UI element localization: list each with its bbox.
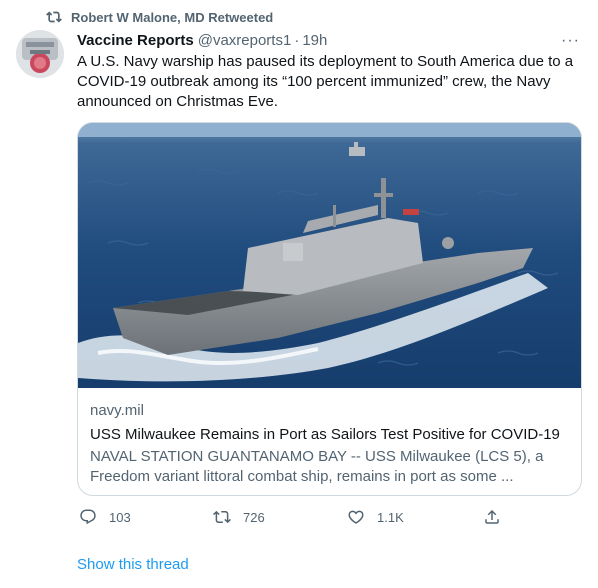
tweet[interactable]: Robert W Malone, MD Retweeted Vaccine Re… [0, 0, 598, 588]
reply-icon [79, 508, 97, 526]
reply-count: 103 [109, 509, 131, 525]
retweet-count: 726 [243, 509, 265, 525]
reply-button[interactable]: 103 [79, 508, 131, 526]
retweet-icon [46, 9, 62, 25]
avatar[interactable] [16, 30, 64, 78]
retweet-button[interactable]: 726 [213, 508, 265, 526]
card-description: NAVAL STATION GUANTANAMO BAY -- USS Milw… [90, 448, 544, 485]
card-info: navy.mil USS Milwaukee Remains in Port a… [90, 401, 569, 487]
card-domain: navy.mil [90, 402, 144, 419]
card-image [78, 123, 581, 388]
separator-dot: · [294, 31, 300, 49]
author-name[interactable]: Vaccine Reports [77, 32, 194, 49]
card-title[interactable]: USS Milwaukee Remains in Port as Sailors… [90, 425, 569, 445]
like-count: 1.1K [377, 509, 404, 525]
author-handle[interactable]: @vaxreports1 [198, 32, 292, 49]
retweet-banner-text: Robert W Malone, MD Retweeted [71, 9, 274, 25]
share-button[interactable] [483, 508, 501, 526]
tweet-text: A U.S. Navy warship has paused its deplo… [77, 53, 574, 110]
heart-icon [347, 508, 365, 526]
retweet-banner[interactable]: Robert W Malone, MD Retweeted [46, 9, 273, 25]
action-bar: 103 726 1.1K [77, 508, 507, 532]
like-button[interactable]: 1.1K [347, 508, 404, 526]
tweet-header: Vaccine Reports @vaxreports1 · 19h [77, 30, 582, 50]
show-thread-link[interactable]: Show this thread [77, 556, 189, 573]
share-icon [483, 508, 501, 526]
more-horizontal-icon[interactable]: ··· [561, 32, 580, 50]
timestamp[interactable]: 19h [302, 32, 327, 49]
retweet-icon [213, 508, 231, 526]
link-card[interactable]: navy.mil USS Milwaukee Remains in Port a… [77, 122, 582, 496]
